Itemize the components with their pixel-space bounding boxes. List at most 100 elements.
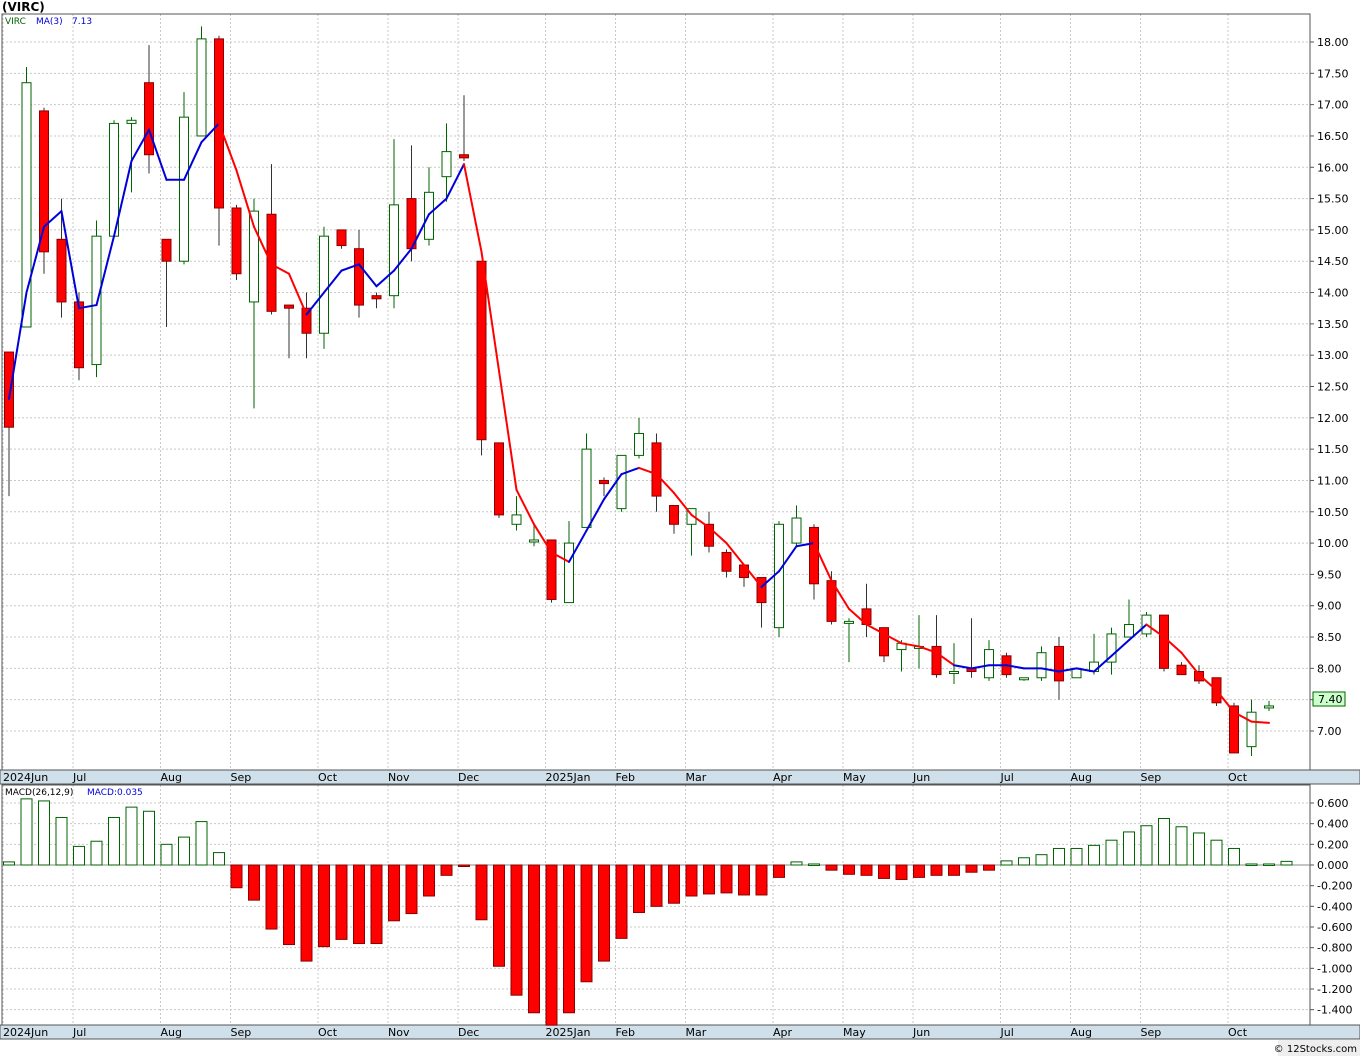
candle-body <box>774 523 784 629</box>
candle-body <box>756 577 767 604</box>
candle-body <box>441 151 452 178</box>
macd-y-tick-label: 0.200 <box>1317 838 1349 851</box>
macd-bar <box>755 864 768 896</box>
macd-bar <box>318 864 330 948</box>
macd-bar <box>353 864 365 945</box>
macd-bar <box>475 864 488 921</box>
candle-body <box>196 38 207 137</box>
candle-body <box>1036 652 1047 679</box>
candle <box>231 204 242 281</box>
candle-body <box>564 542 574 604</box>
macd-bar <box>598 864 610 962</box>
candle-body <box>56 238 67 303</box>
price-x-tick-label: 2025Jan <box>546 771 591 784</box>
macd-x-tick-label: Sep <box>1141 1026 1162 1039</box>
price-x-tick-label: Oct <box>318 771 338 784</box>
macd-bar <box>178 836 190 866</box>
macd-bar <box>965 864 978 873</box>
macd-bar <box>1245 863 1258 866</box>
macd-bar <box>55 816 68 866</box>
macd-value: MACD:0.035 <box>87 788 143 798</box>
price-y-tick-label: 16.50 <box>1317 130 1349 143</box>
price-y-tick-label: 11.00 <box>1317 474 1349 487</box>
macd-bar <box>388 864 400 922</box>
candle-body <box>336 229 347 247</box>
macd-bar <box>1158 818 1170 866</box>
macd-bar <box>545 864 558 1026</box>
candle-body <box>1124 624 1134 638</box>
macd-bar <box>213 852 225 866</box>
macd-y-tick-label: 0.600 <box>1317 797 1349 810</box>
macd-bar <box>1105 839 1118 866</box>
price-x-tick-label: Aug <box>1071 771 1092 784</box>
macd-bar <box>790 861 803 866</box>
macd-bar <box>878 864 890 879</box>
macd-y-tick-label: 0.400 <box>1317 818 1349 831</box>
price-y-tick-label: 13.50 <box>1317 318 1349 331</box>
candle-body <box>74 301 84 369</box>
macd-bar <box>1280 860 1293 866</box>
macd-bar <box>983 864 995 871</box>
macd-bar <box>1210 839 1223 866</box>
legend-ma: MA(3) <box>36 17 63 27</box>
macd-bar <box>528 864 540 1014</box>
macd-y-tick-label: -0.400 <box>1317 900 1352 913</box>
macd-bar <box>370 864 383 945</box>
price-y-tick-label: 14.00 <box>1317 287 1349 300</box>
macd-bar <box>703 864 715 895</box>
macd-bar <box>843 864 855 875</box>
macd-bar <box>405 864 418 915</box>
price-x-tick-label: Jul <box>72 771 86 784</box>
candle <box>1229 702 1239 754</box>
macd-bar <box>1175 826 1188 866</box>
macd-bar <box>1053 847 1065 866</box>
macd-bar <box>913 864 925 878</box>
macd-bar <box>930 864 943 876</box>
price-y-tick-label: 12.50 <box>1317 380 1349 393</box>
price-x-tick-label: Feb <box>616 771 635 784</box>
candle <box>196 26 207 137</box>
candle-body <box>1054 645 1064 682</box>
price-y-tick-label: 9.00 <box>1317 600 1342 613</box>
candle-body <box>476 260 487 441</box>
macd-y-tick-label: -0.800 <box>1317 942 1352 955</box>
macd-x-tick-label: Sep <box>231 1026 252 1039</box>
candle-body <box>1176 664 1187 676</box>
macd-y-axis: 0.600 0.400 0.200 0.000 -0.200 -0.400 -0.600 -0… <box>1310 797 1352 1017</box>
macd-bar <box>510 864 523 996</box>
macd-bar <box>615 864 628 939</box>
candle-body <box>616 454 627 510</box>
macd-x-tick-label: Jul <box>1000 1026 1014 1039</box>
macd-x-tick-label: Oct <box>1228 1026 1248 1039</box>
candle-body <box>494 442 504 516</box>
macd-bar <box>860 864 873 876</box>
price-y-tick-label: 8.50 <box>1317 631 1342 644</box>
macd-x-tick-label: Dec <box>458 1026 479 1039</box>
macd-bar <box>948 864 960 876</box>
price-y-tick-label: 15.00 <box>1317 224 1349 237</box>
price-x-tick-label: Sep <box>1141 771 1162 784</box>
macd-x-tick-label: Aug <box>1071 1026 1092 1039</box>
macd-bar <box>668 864 680 904</box>
candle-body <box>231 207 242 275</box>
macd-bar <box>143 810 155 866</box>
candle <box>616 454 627 512</box>
macd-bar <box>720 864 733 894</box>
legend-symbol: VIRC <box>5 17 26 27</box>
macd-bar <box>335 864 348 940</box>
macd-bar <box>580 864 593 983</box>
price-x-tick-label: Nov <box>388 771 410 784</box>
candle-body <box>39 110 49 253</box>
macd-label: MACD(26,12,9) <box>5 788 73 798</box>
macd-bar <box>300 864 313 962</box>
macd-bar <box>1035 854 1048 866</box>
macd-bar <box>3 861 15 866</box>
candle-body <box>179 116 189 262</box>
macd-y-tick-label: -1.200 <box>1317 983 1352 996</box>
candle-body <box>144 82 154 156</box>
price-y-tick-label: 14.50 <box>1317 255 1349 268</box>
candle <box>774 521 784 638</box>
candle <box>494 442 504 519</box>
price-x-tick-label: Mar <box>686 771 707 784</box>
macd-bar <box>808 863 820 866</box>
